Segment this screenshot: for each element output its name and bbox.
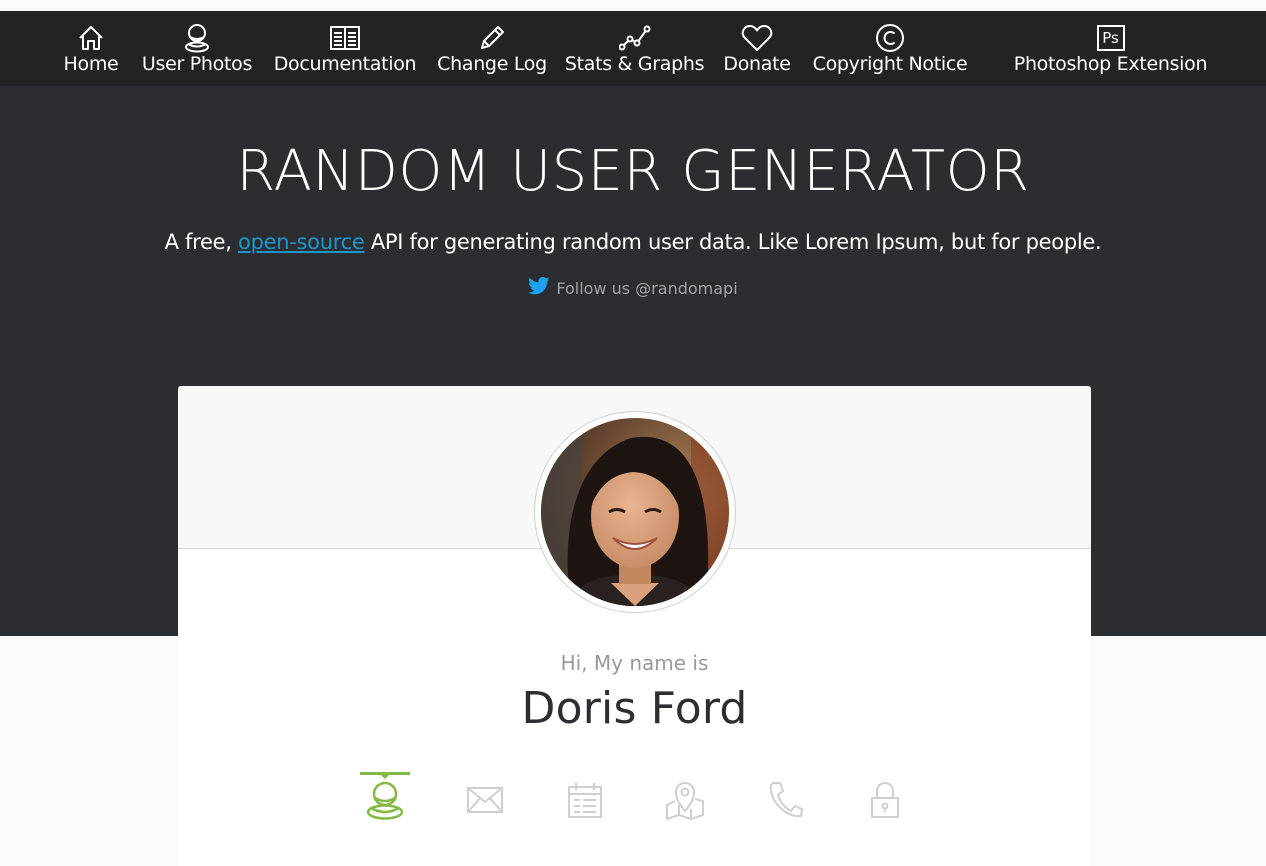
nav-donate-label: Donate (723, 53, 791, 75)
user-name: Doris Ford (521, 683, 748, 734)
nav-user-photos[interactable]: User Photos (141, 11, 253, 86)
nav-documentation-label: Documentation (273, 53, 417, 75)
nav-change-log-label: Change Log (437, 53, 547, 75)
avatar (541, 418, 729, 606)
info-tabs (178, 772, 1091, 832)
hero-subtitle: A free, open-source API for generating r… (0, 228, 1266, 256)
graph-icon (618, 22, 651, 54)
tab-email[interactable] (460, 772, 510, 832)
open-source-link[interactable]: open-source (238, 230, 365, 254)
nav-stats-graphs[interactable]: Stats & Graphs (564, 11, 705, 86)
map-icon (665, 779, 705, 825)
page-title: RANDOM USER GENERATOR (236, 139, 1030, 204)
twitter-follow-link[interactable]: Follow us @randomapi (0, 277, 1266, 299)
top-navbar: Home User Photos Documentation Change Lo… (0, 11, 1266, 86)
book-icon (329, 22, 361, 54)
follow-text: Follow us @randomapi (556, 278, 738, 298)
user-icon (181, 22, 213, 54)
tab-password[interactable] (860, 772, 910, 832)
calendar-icon (567, 781, 603, 823)
nav-stats-graphs-label: Stats & Graphs (564, 53, 705, 75)
greeting-text: Hi, My name is (560, 651, 709, 675)
nav-donate[interactable]: Donate (722, 11, 792, 86)
tab-birthday[interactable] (560, 772, 610, 832)
hero-subtitle-end: API for generating random user data. Lik… (364, 230, 1102, 254)
nav-photoshop-extension-label: Photoshop Extension (1013, 53, 1208, 75)
envelope-icon (466, 786, 504, 818)
hero-subtitle-start: A free, (164, 230, 239, 254)
nav-home-label: Home (63, 53, 119, 75)
nav-documentation[interactable]: Documentation (273, 11, 417, 86)
nav-photoshop-extension[interactable]: Ps Photoshop Extension (1013, 11, 1208, 86)
nav-copyright-notice-label: Copyright Notice (812, 53, 968, 75)
user-card: Hi, My name is Doris Ford (178, 386, 1091, 866)
avatar-frame (534, 411, 736, 613)
nav-change-log[interactable]: Change Log (437, 11, 547, 86)
nav-home[interactable]: Home (61, 11, 121, 86)
home-icon (75, 22, 107, 54)
photoshop-icon: Ps (1095, 22, 1127, 54)
tab-phone[interactable] (760, 772, 810, 832)
nav-copyright-notice[interactable]: Copyright Notice (812, 11, 968, 86)
user-icon (365, 779, 405, 825)
lock-icon (869, 780, 901, 824)
pencil-icon (476, 22, 508, 54)
photoshop-icon-text: Ps (1096, 25, 1125, 51)
heart-icon (741, 22, 773, 54)
twitter-icon (528, 277, 550, 299)
copyright-icon (874, 22, 906, 54)
tab-location[interactable] (660, 772, 710, 832)
phone-icon (767, 780, 803, 824)
top-strip (0, 0, 1266, 11)
tab-name[interactable] (360, 772, 410, 832)
nav-user-photos-label: User Photos (141, 53, 253, 75)
